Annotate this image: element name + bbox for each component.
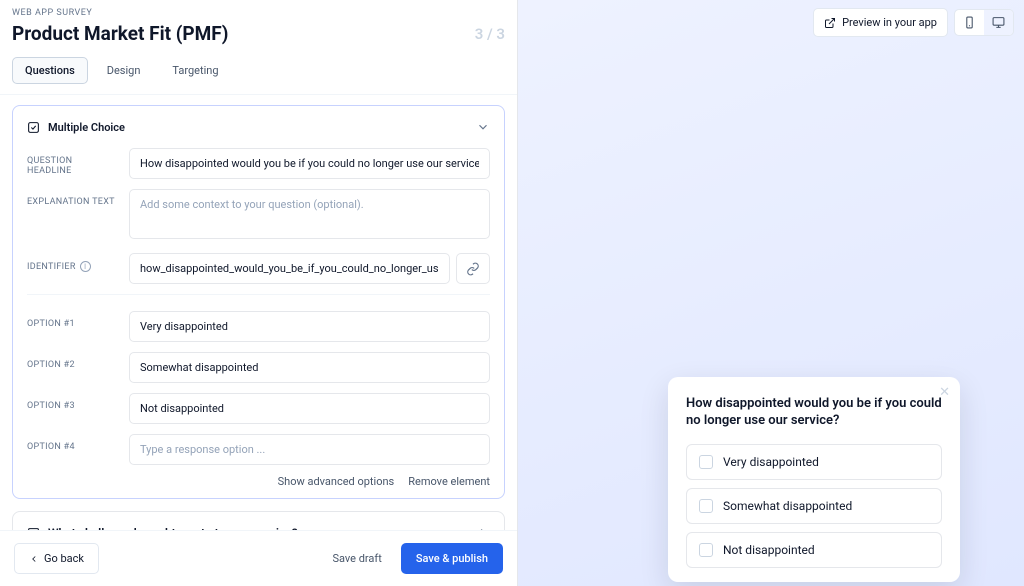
preview-panel: Preview in your app ✕ How disappointed w… [518,0,1024,586]
preview-option-2[interactable]: Somewhat disappointed [686,488,942,524]
explanation-text-input[interactable] [129,189,490,239]
label-option-3: OPTION #3 [27,393,119,411]
external-link-icon [824,17,836,29]
device-desktop-button[interactable] [984,10,1013,35]
checkbox-icon [699,455,713,469]
question-type-label: Multiple Choice [48,121,125,134]
check-square-icon [27,121,40,134]
option-2-input[interactable] [129,352,490,383]
preview-option-1[interactable]: Very disappointed [686,444,942,480]
preview-option-3[interactable]: Not disappointed [686,532,942,568]
link-icon-button[interactable] [456,253,490,284]
smartphone-icon [963,16,976,29]
option-3-input[interactable] [129,393,490,424]
survey-preview-popup: ✕ How disappointed would you be if you c… [668,377,960,582]
checkbox-icon [699,543,713,557]
tab-questions[interactable]: Questions [12,57,88,84]
label-headline: QUESTION HEADLINE [27,148,119,176]
checkbox-icon [699,499,713,513]
identifier-input[interactable] [129,253,450,284]
label-explanation: EXPLANATION TEXT [27,189,119,207]
tabs: Questions Design Targeting [0,45,517,95]
show-advanced-options[interactable]: Show advanced options [278,475,395,488]
device-mobile-button[interactable] [955,10,984,35]
tab-targeting[interactable]: Targeting [159,57,231,84]
collapsed-question-card[interactable]: What challenge brought you to try our se… [12,511,505,530]
save-publish-button[interactable]: Save & publish [401,543,503,574]
remove-element[interactable]: Remove element [408,475,490,488]
preview-question-text: How disappointed would you be if you cou… [686,395,942,430]
question-headline-input[interactable] [129,148,490,179]
save-draft-button[interactable]: Save draft [317,543,396,574]
option-4-input[interactable] [129,434,490,465]
label-identifier: IDENTIFIERi [27,253,119,272]
page-title: Product Market Fit (PMF) [12,22,228,45]
close-icon[interactable]: ✕ [939,385,950,400]
chevron-right-icon [476,526,490,530]
go-back-button[interactable]: Go back [14,543,99,574]
collapsed-question-title: What challenge brought you to try our se… [48,526,298,530]
monitor-icon [992,16,1005,29]
label-option-2: OPTION #2 [27,352,119,370]
breadcrumb: WEB APP SURVEY [12,8,505,18]
step-indicator: 3 / 3 [475,25,505,43]
preview-in-app-button[interactable]: Preview in your app [813,8,948,37]
tab-design[interactable]: Design [94,57,154,84]
info-icon[interactable]: i [80,261,91,272]
label-option-1: OPTION #1 [27,311,119,329]
chevron-left-icon [29,554,39,564]
editor-panel: WEB APP SURVEY Product Market Fit (PMF) … [0,0,518,586]
question-card: Multiple Choice QUESTION HEADLINE EXPLAN… [12,105,505,499]
chat-icon [27,527,40,531]
option-1-input[interactable] [129,311,490,342]
chevron-down-icon[interactable] [476,120,490,134]
label-option-4: OPTION #4 [27,434,119,452]
